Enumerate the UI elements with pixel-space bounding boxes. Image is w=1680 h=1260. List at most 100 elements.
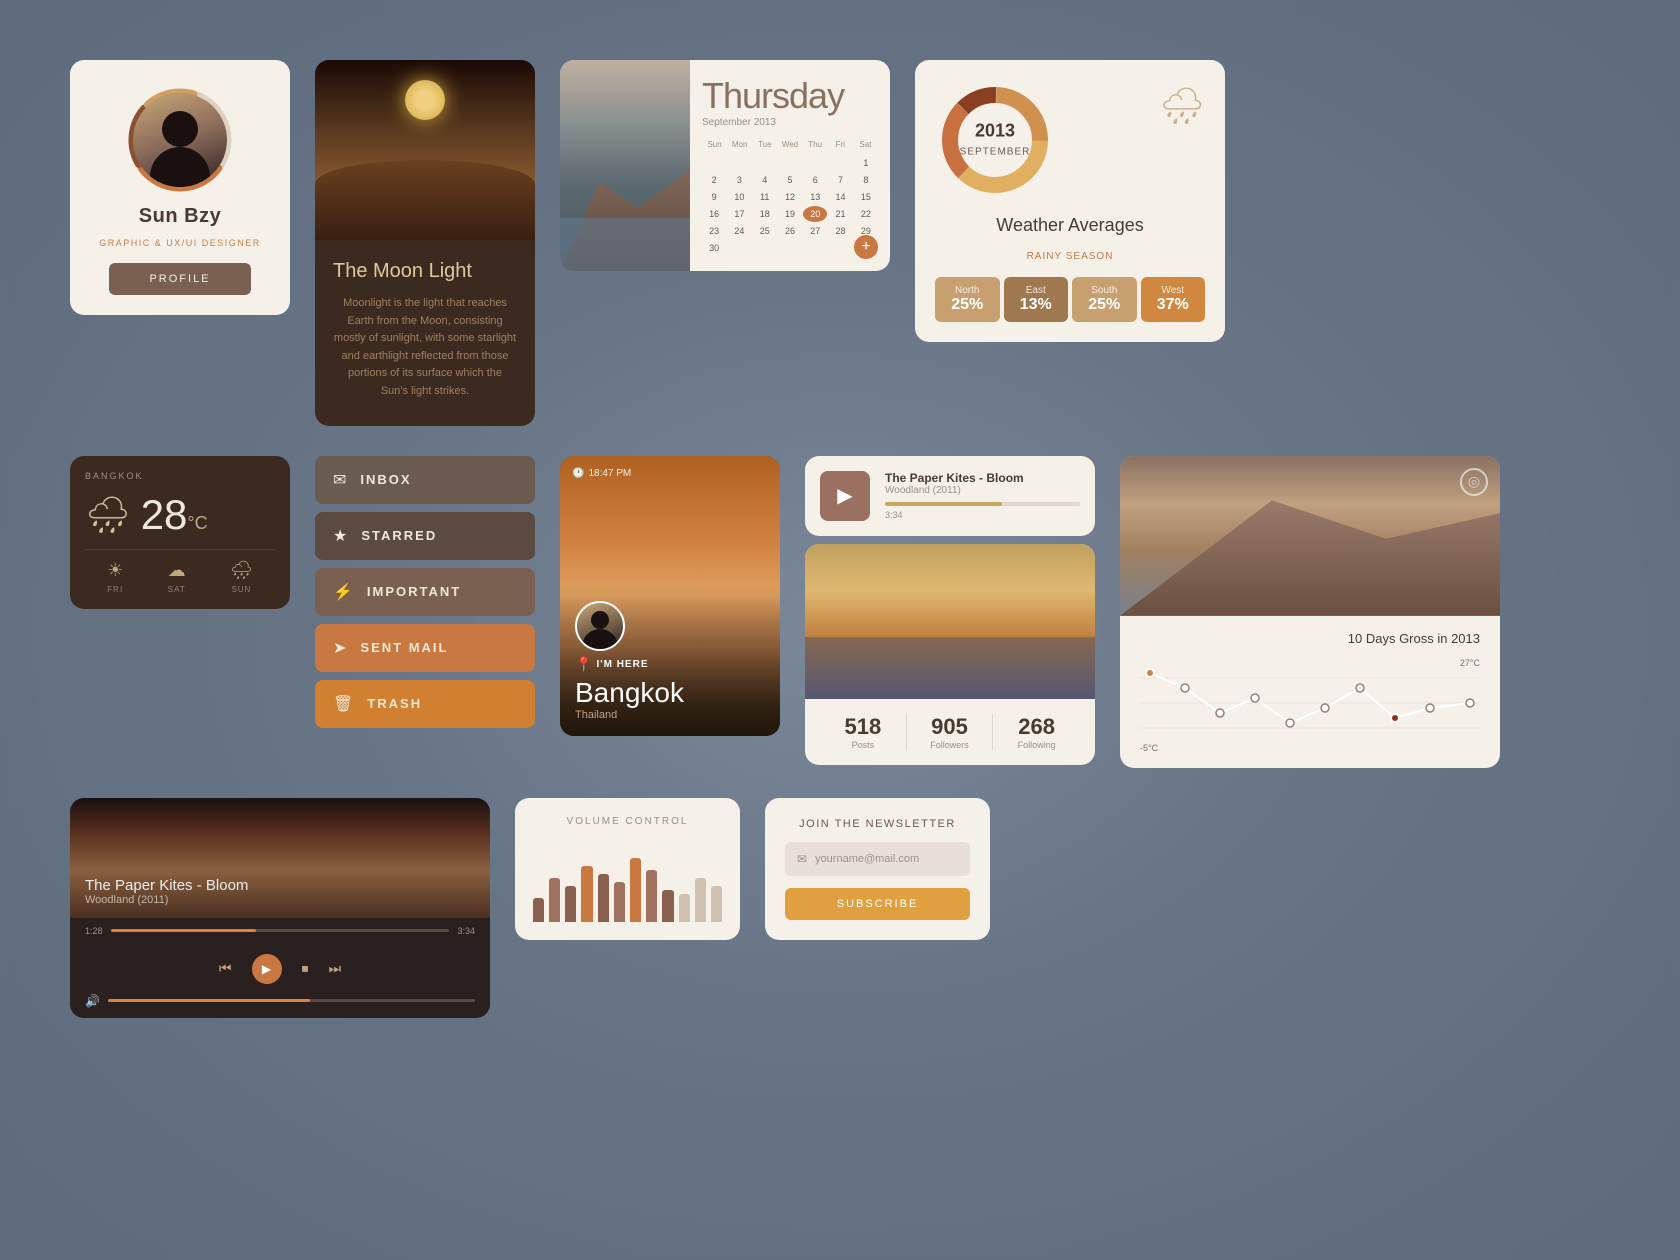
- volume-fill: [108, 999, 310, 1002]
- music-total-time: 3:34: [457, 926, 475, 936]
- vol-bar-1[interactable]: [533, 898, 544, 922]
- cal-cell: 5: [778, 172, 802, 188]
- weather-widget: BANGKOK 🌧 28°C ☀ FRI ☁ SAT 🌧 SUN: [70, 456, 290, 609]
- calendar-add-button[interactable]: +: [854, 235, 878, 259]
- cal-cell: [778, 155, 802, 171]
- stop-button[interactable]: ⏹: [302, 960, 309, 977]
- pin-icon: 📍: [575, 656, 592, 673]
- rain-icon: 🌧: [1159, 85, 1205, 127]
- cal-sat: Sat: [853, 138, 878, 151]
- calendar-grid: Sun Mon Tue Wed Thu Fri Sat: [702, 138, 878, 256]
- vol-bar-3[interactable]: [565, 886, 576, 922]
- vol-bar-4[interactable]: [581, 866, 592, 922]
- cal-cell: 23: [702, 223, 726, 239]
- vol-bar-2[interactable]: [549, 878, 560, 922]
- weather-unit: °C: [187, 513, 207, 533]
- sent-button[interactable]: ➤ SENT MAIL: [315, 624, 535, 672]
- cal-cell: 3: [727, 172, 751, 188]
- profile-card: Sun Bzy GRAPHIC & UX/UI DESIGNER PROFILE: [70, 60, 290, 315]
- newsletter-title: JOIN THE NEWSLETTER: [799, 818, 956, 830]
- inbox-icon: ✉: [333, 470, 346, 490]
- music-title: The Paper Kites - Bloom: [885, 471, 1080, 485]
- inbox-button[interactable]: ✉ INBOX: [315, 456, 535, 504]
- sat-icon: ☁: [168, 560, 186, 581]
- calendar-image: [560, 60, 690, 271]
- important-icon: ⚡: [333, 582, 353, 602]
- cal-cell: 14: [828, 189, 852, 205]
- newsletter-input-container[interactable]: ✉ yourname@mail.com: [785, 842, 970, 876]
- vol-bar-6[interactable]: [614, 882, 625, 922]
- weather-stat-south: South 25%: [1072, 277, 1137, 322]
- calendar-water: [560, 218, 690, 271]
- stat-value: 13%: [1020, 296, 1052, 313]
- cal-tue: Tue: [752, 138, 777, 151]
- cal-cell: 21: [828, 206, 852, 222]
- chart-svg-wrapper: 27°C -5°C: [1140, 658, 1480, 753]
- music-controls: ⏮ ▶ ⏹ ⏭: [70, 944, 490, 994]
- play-pause-button[interactable]: ▶: [252, 954, 282, 984]
- music-full-progress-fill: [111, 929, 257, 932]
- chart-high-temp: 27°C: [1460, 658, 1480, 668]
- weather-main: 🌧 28°C: [85, 491, 275, 539]
- weather-stats: North 25% East 13% South 25% West 37%: [935, 277, 1205, 322]
- map-time: 🕐 18:47 PM: [572, 468, 631, 479]
- cal-cell: 10: [727, 189, 751, 205]
- volume-slider[interactable]: [108, 999, 475, 1002]
- line-chart-svg: [1140, 658, 1480, 748]
- calendar-day: Thursday: [702, 75, 878, 117]
- calendar-card: Thursday September 2013 Sun Mon Tue Wed …: [560, 60, 890, 271]
- music-info: The Paper Kites - Bloom Woodland (2011) …: [885, 471, 1080, 520]
- cal-cell: [753, 240, 777, 256]
- chart-image: ◎: [1120, 456, 1500, 616]
- cal-cell: [727, 155, 751, 171]
- sat-label: SAT: [168, 585, 186, 594]
- subscribe-button[interactable]: SUBSCRIBE: [785, 888, 970, 920]
- profile-button[interactable]: PROFILE: [109, 263, 250, 295]
- weather-day-fri: ☀ FRI: [107, 560, 123, 594]
- stat-value: 25%: [1088, 296, 1120, 313]
- music-full-album: Woodland (2011): [85, 894, 475, 906]
- cal-cell: 2: [702, 172, 726, 188]
- cal-cell: 9: [702, 189, 726, 205]
- newsletter-email-input[interactable]: yourname@mail.com: [815, 853, 919, 865]
- stat-label: South: [1077, 285, 1132, 296]
- rewind-button[interactable]: ⏮: [219, 960, 232, 977]
- cal-cell: 16: [702, 206, 726, 222]
- profile-ring: [125, 85, 235, 195]
- row-2: BANGKOK 🌧 28°C ☀ FRI ☁ SAT 🌧 SUN: [70, 456, 1610, 768]
- volume-icon: 🔊: [85, 994, 100, 1008]
- weather-stat-east: East 13%: [1004, 277, 1069, 322]
- cal-mon: Mon: [727, 138, 752, 151]
- cal-cell: [803, 155, 827, 171]
- vol-bar-8[interactable]: [646, 870, 657, 922]
- music-full-progress-container[interactable]: [111, 929, 450, 932]
- cal-cell: [828, 155, 852, 171]
- weather-temp-container: 28°C: [141, 491, 208, 539]
- vol-bar-7[interactable]: [630, 858, 641, 922]
- social-stat-followers: 905 Followers: [907, 714, 994, 750]
- weather-city: BANGKOK: [85, 471, 275, 481]
- trash-button[interactable]: 🗑 TRASH: [315, 680, 535, 728]
- following-count: 268: [993, 714, 1080, 740]
- starred-button[interactable]: ★ STARRED: [315, 512, 535, 560]
- calendar-month: September 2013: [702, 117, 878, 128]
- weather-avg-top: 2013 SEPTEMBER 🌧: [935, 80, 1205, 200]
- vol-bar-11[interactable]: [695, 878, 706, 922]
- social-stats: 518 Posts 905 Followers 268 Following: [805, 699, 1095, 765]
- moon-card: The Moon Light Moonlight is the light th…: [315, 60, 535, 426]
- vol-bar-10[interactable]: [679, 894, 690, 922]
- vol-bar-5[interactable]: [598, 874, 609, 922]
- music-time: 3:34: [885, 510, 1080, 520]
- vol-bar-9[interactable]: [662, 890, 673, 922]
- social-stat-posts: 518 Posts: [820, 714, 907, 750]
- chart-title: 10 Days Gross in 2013: [1140, 631, 1480, 646]
- important-button[interactable]: ⚡ IMPORTANT: [315, 568, 535, 616]
- map-city: Bangkok: [575, 677, 765, 709]
- music-mini-player: ▶ The Paper Kites - Bloom Woodland (2011…: [805, 456, 1095, 536]
- map-card: 🕐 18:47 PM 📍 I'M HERE Bangkok Thailand: [560, 456, 780, 736]
- fast-forward-button[interactable]: ⏭: [329, 960, 342, 977]
- vol-bar-12[interactable]: [711, 886, 722, 922]
- play-button[interactable]: ▶: [820, 471, 870, 521]
- followers-count: 905: [907, 714, 993, 740]
- map-here-label: I'M HERE: [596, 659, 648, 670]
